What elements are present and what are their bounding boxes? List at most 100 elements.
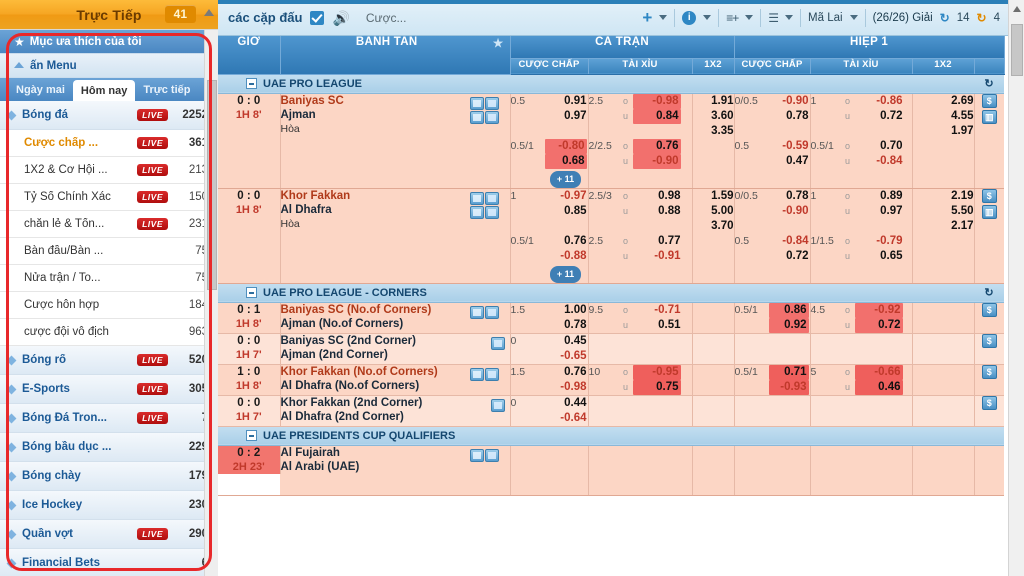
full-ou-cell[interactable]: 10 o -0.95 u 0.75: [588, 364, 693, 396]
handicap-home-odds[interactable]: 0.45: [545, 334, 586, 349]
stats-icon[interactable]: [490, 336, 505, 350]
minus-box-icon[interactable]: [246, 78, 257, 89]
handicap-away-odds[interactable]: 0.47: [769, 154, 808, 169]
h1-ou-cell[interactable]: 5 o -0.66 u 0.46: [810, 364, 913, 396]
ou-over-odds[interactable]: 0.89: [855, 189, 902, 204]
handicap-away-odds[interactable]: 0.92: [768, 317, 809, 333]
video-icon[interactable]: [469, 205, 484, 219]
sidebar-menu-toggle[interactable]: ấn Menu: [0, 54, 218, 78]
sidebar-item-financial-bets[interactable]: Financial Bets 6: [0, 549, 218, 576]
full-handicap-cell[interactable]: 1.5 0.76 -0.98: [510, 364, 589, 396]
ou-under-odds[interactable]: 0.75: [632, 379, 681, 395]
sidebar-item-rugby[interactable]: Bóng bầu dục ... 229: [0, 433, 218, 462]
sidebar-scrollbar[interactable]: [204, 30, 218, 576]
handicap-away-odds[interactable]: -0.98: [545, 380, 586, 395]
sidebar-item-odd-even[interactable]: chẵn lẻ & Tốn... LIVE 231: [0, 211, 218, 238]
h1-handicap-cell[interactable]: 0.5/1 0.86 0.92: [734, 302, 811, 334]
full-handicap-cell[interactable]: 0.5 0.91 0.97: [510, 93, 589, 139]
handicap-home-odds[interactable]: -0.90: [769, 94, 808, 109]
sidebar-item-basketball[interactable]: Bóng rổ LIVE 520: [0, 346, 218, 375]
ou-under-odds[interactable]: 0.84: [632, 108, 681, 124]
league-row[interactable]: UAE PRO LEAGUE ↻: [218, 73, 1005, 94]
full-1x2-cell[interactable]: 1.91 3.60 3.35: [692, 93, 735, 139]
handicap-home-odds[interactable]: 1.00: [545, 303, 586, 318]
sidebar-item-outright[interactable]: cược đội vô địch 963: [0, 319, 218, 346]
handicap-away-odds[interactable]: 0.78: [545, 318, 586, 333]
stats-icon[interactable]: [490, 398, 505, 412]
table-row[interactable]: 0 : 0 1H 7' Baniyas SC (2nd Corner) Ajma…: [218, 333, 1005, 365]
league-row[interactable]: UAE PRO LEAGUE - CORNERS ↻: [218, 282, 1005, 303]
list-icon[interactable]: ☰: [768, 11, 779, 25]
chevron-down-icon[interactable]: [703, 15, 712, 20]
match-teams-cell[interactable]: Khor Fakkan (2nd Corner) Al Dhafra (2nd …: [280, 395, 511, 427]
checkbox-checked-icon[interactable]: [310, 10, 325, 25]
sidebar-item-esports[interactable]: E-Sports LIVE 305: [0, 375, 218, 404]
scroll-up-arrow-icon[interactable]: [1013, 6, 1021, 12]
stats-icon[interactable]: [484, 305, 499, 319]
h1-1x2-cell[interactable]: 2.19 5.50 2.17: [912, 188, 975, 234]
league-name-cell[interactable]: UAE PRO LEAGUE - CORNERS: [218, 282, 975, 303]
handicap-away-odds[interactable]: 0.97: [545, 109, 586, 124]
ou-over-odds[interactable]: -0.71: [633, 303, 680, 318]
tab-live[interactable]: Trực tiếp: [135, 78, 198, 101]
chevron-down-icon[interactable]: [849, 15, 858, 20]
leagues-count[interactable]: (26/26) Giải: [873, 12, 933, 24]
full-handicap-cell[interactable]: 1 -0.97 0.85: [510, 188, 589, 234]
handicap-home-odds[interactable]: -0.97: [545, 189, 586, 204]
more-odds-badge[interactable]: + 11: [549, 265, 582, 283]
alt-h1-handicap-cell[interactable]: 0.5 -0.84 0.72: [734, 233, 811, 284]
tv-icon[interactable]: [469, 191, 484, 205]
minus-box-icon[interactable]: [246, 430, 257, 441]
odds-1[interactable]: 1.91: [693, 94, 733, 109]
ou-over-odds[interactable]: -0.95: [632, 364, 681, 380]
video-icon[interactable]: [469, 110, 484, 124]
handicap-home-odds[interactable]: 0.76: [545, 234, 586, 249]
ou-over-odds[interactable]: 0.77: [633, 234, 680, 249]
sidebar-item-first-goal[interactable]: Bàn đầu/Bàn ... 75: [0, 238, 218, 265]
handicap-home-odds[interactable]: 0.78: [769, 189, 808, 204]
match-teams-cell[interactable]: Baniyas SC (No.of Corners) Ajman (No.of …: [280, 302, 511, 334]
ou-over-odds[interactable]: 0.76: [632, 138, 681, 154]
match-teams-cell[interactable]: Baniyas SC Ajman Hòa: [280, 93, 511, 139]
dollar-icon[interactable]: $: [981, 395, 997, 410]
odds-2[interactable]: 3.70: [693, 219, 733, 234]
odds-1[interactable]: 2.69: [913, 94, 973, 109]
ou-under-odds[interactable]: 0.88: [633, 204, 680, 219]
sort-icon[interactable]: ≡+: [726, 11, 739, 25]
dollar-icon[interactable]: $: [981, 364, 997, 379]
handicap-home-odds[interactable]: 0.91: [545, 94, 586, 109]
sidebar-item-baseball[interactable]: Bóng chày 179: [0, 462, 218, 491]
sidebar-item-virtual-football[interactable]: Bóng Đá Tron... LIVE 7: [0, 404, 218, 433]
tab-tomorrow[interactable]: Ngày mai: [8, 78, 73, 101]
tv-icon[interactable]: [469, 96, 484, 110]
dollar-icon[interactable]: $: [981, 93, 997, 108]
ou-over-odds[interactable]: -0.79: [855, 234, 902, 249]
video-icon[interactable]: [469, 367, 484, 381]
alt-full-handicap-cell[interactable]: 0.5/1 -0.80 0.68 + 11: [510, 138, 589, 189]
dollar-icon[interactable]: $: [981, 333, 997, 348]
alt-h1-handicap-cell[interactable]: 0.5 -0.59 0.47: [734, 138, 811, 189]
table-row[interactable]: 0.5/1 0.76 -0.88 + 11 2.5 o 0.77 u -0.91 0.5…: [218, 233, 1005, 284]
sidebar-item-mixed-bets[interactable]: Cược hỗn hợp 184: [0, 292, 218, 319]
odds-1[interactable]: 1.59: [693, 189, 733, 204]
ou-under-odds[interactable]: -0.84: [855, 154, 902, 169]
odds-x[interactable]: 5.00: [693, 204, 733, 219]
star-icon[interactable]: ★: [493, 36, 504, 50]
full-ou-cell[interactable]: 9.5 o -0.71 u 0.51: [588, 302, 693, 334]
league-name-cell[interactable]: UAE PRO LEAGUE: [218, 73, 975, 94]
handicap-home-odds[interactable]: -0.59: [769, 139, 808, 154]
dollar-icon[interactable]: $: [981, 188, 997, 203]
table-row[interactable]: 0 : 0 1H 7' Khor Fakkan (2nd Corner) Al …: [218, 395, 1005, 427]
sidebar-item-handicap[interactable]: Cược chấp ... LIVE 361: [0, 130, 218, 157]
refresh-icon[interactable]: ↻: [974, 282, 1005, 303]
plus-icon[interactable]: +: [642, 9, 652, 26]
table-row[interactable]: 0.5/1 -0.80 0.68 + 11 2/2.5 o 0.76 u -0.90 0…: [218, 138, 1005, 189]
stats-icon[interactable]: [484, 96, 499, 110]
handicap-away-odds[interactable]: -0.90: [769, 204, 808, 219]
handicap-away-odds[interactable]: -0.65: [545, 349, 586, 364]
h1-ou-cell[interactable]: 1 o -0.86 u 0.72: [810, 93, 913, 139]
chevron-down-icon[interactable]: [745, 15, 754, 20]
ou-under-odds[interactable]: 0.51: [633, 318, 680, 333]
ou-under-odds[interactable]: 0.97: [855, 204, 902, 219]
handicap-away-odds[interactable]: -0.88: [545, 249, 586, 264]
